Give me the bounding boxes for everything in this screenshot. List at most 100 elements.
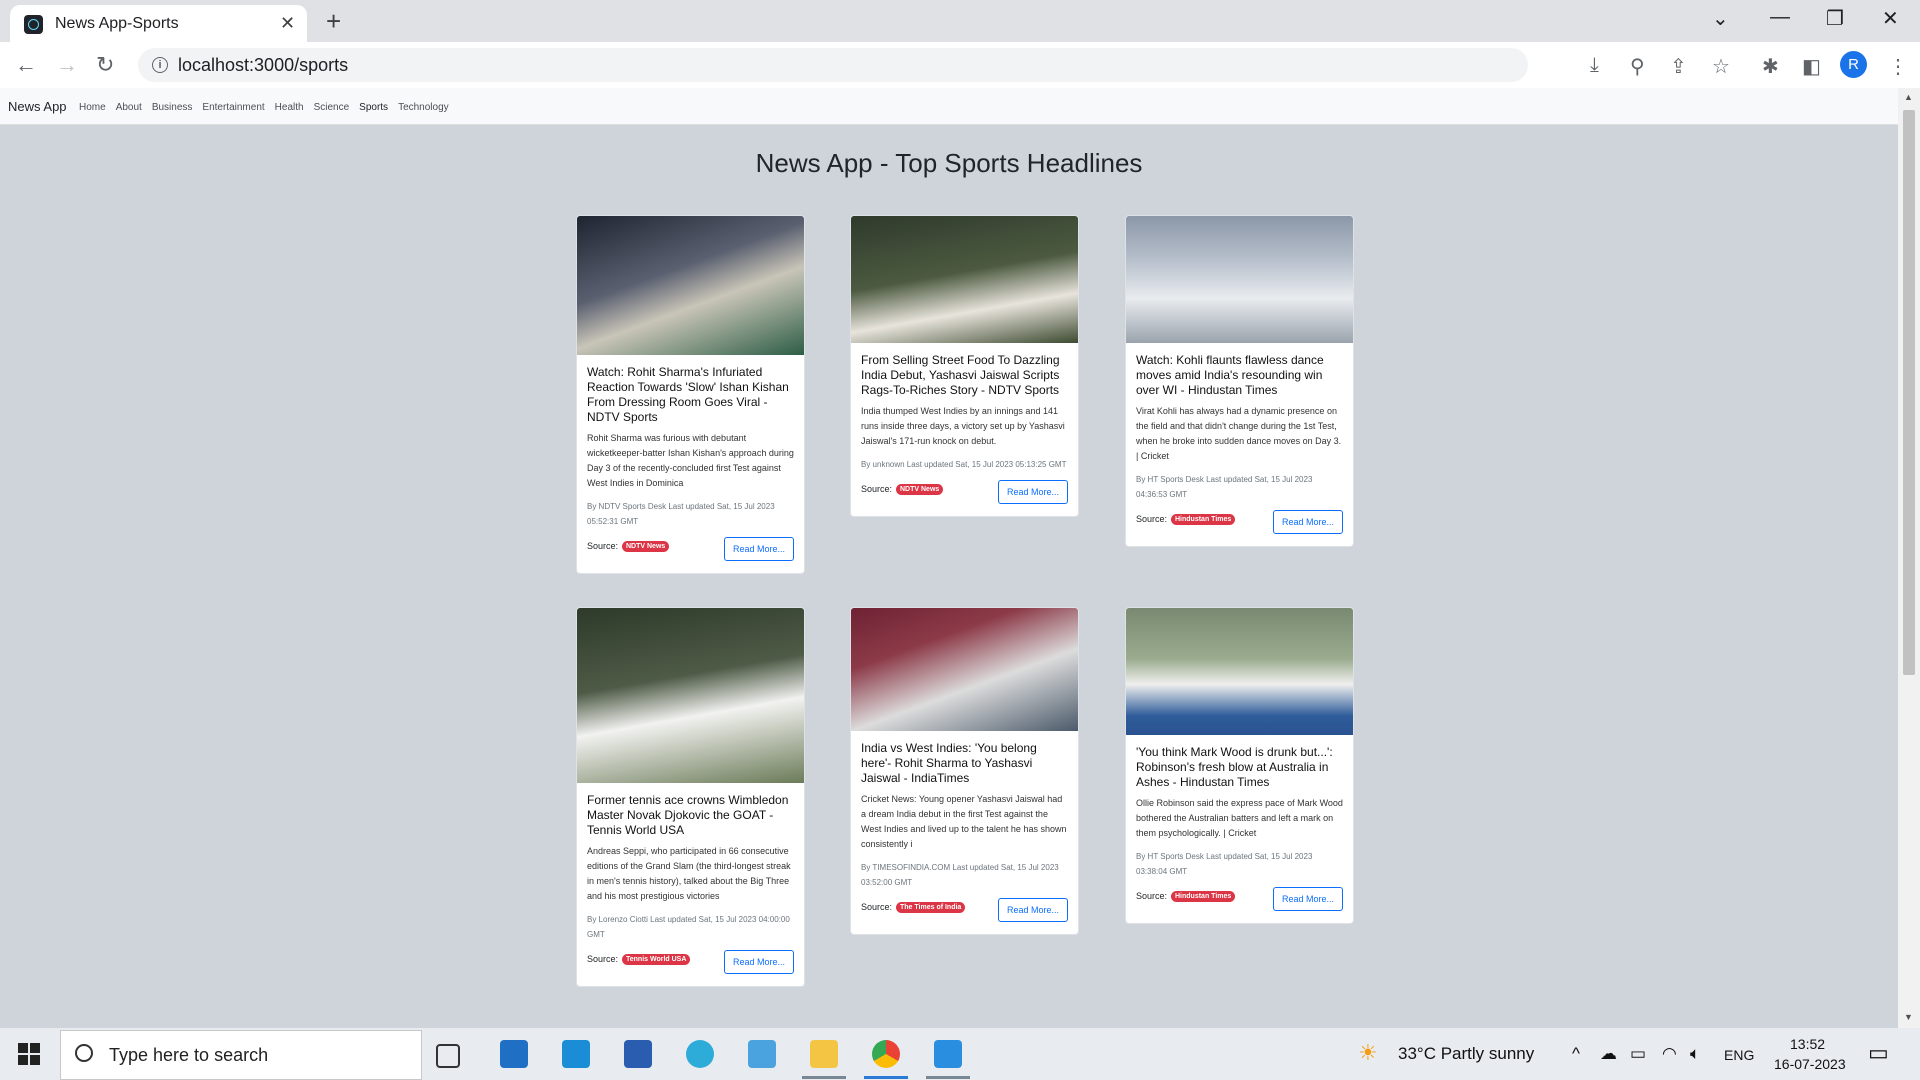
news-image[interactable] [577,608,804,783]
news-title: From Selling Street Food To Dazzling Ind… [861,353,1060,397]
vscode-icon[interactable] [934,1040,962,1068]
read-more-button[interactable]: Read More... [998,898,1068,922]
windows-start-icon[interactable] [18,1043,40,1070]
browser-menu-icon[interactable]: ⋮ [1888,54,1908,79]
tab-close-icon[interactable]: ✕ [280,13,295,34]
bookmark-star-icon[interactable]: ☆ [1712,54,1730,79]
site-info-icon[interactable]: i [152,57,168,73]
clock-date[interactable]: 16-07-2023 [1774,1056,1846,1072]
new-tab-icon[interactable]: + [326,6,341,37]
source-badge: Hindustan Times [1171,514,1236,525]
weather-icon[interactable]: ☀ [1358,1040,1378,1066]
page-scrollbar[interactable]: ▲ ▼ [1898,88,1920,1028]
tab-search-chevron-icon[interactable]: ⌄ [1712,6,1729,31]
tab-title: News App-Sports [55,15,179,32]
weather-text[interactable]: 33°C Partly sunny [1398,1044,1534,1064]
news-description: Cricket News: Young opener Yashasvi Jais… [861,794,1067,849]
search-icon [75,1044,93,1062]
news-description: Virat Kohli has always had a dynamic pre… [1136,406,1342,461]
news-image[interactable] [851,216,1078,343]
scrollbar-thumb[interactable] [1903,110,1915,675]
read-more-button[interactable]: Read More... [724,950,794,974]
read-more-button[interactable]: Read More... [998,480,1068,504]
source-badge: Tennis World USA [622,954,691,965]
source-label: Source: [861,902,893,912]
news-title: Former tennis ace crowns Wimbledon Maste… [587,793,789,837]
file-explorer-icon[interactable] [810,1040,838,1068]
news-card: Former tennis ace crowns Wimbledon Maste… [576,607,805,987]
forward-icon[interactable]: → [56,52,78,78]
tray-chevron-icon[interactable]: ^ [1572,1044,1580,1064]
news-meta: By NDTV Sports Desk Last updated Sat, 15… [587,502,775,526]
nav-link-health[interactable]: Health [275,102,304,113]
restore-icon[interactable]: ❐ [1826,6,1844,31]
news-meta: By TIMESOFINDIA.COM Last updated Sat, 15… [861,863,1059,887]
edge-icon[interactable] [686,1040,714,1068]
onedrive-icon[interactable]: ☁ [1600,1044,1617,1064]
reload-icon[interactable]: ↻ [96,52,114,78]
clock-time[interactable]: 13:52 [1790,1036,1825,1052]
nav-link-about[interactable]: About [116,102,142,113]
nav-link-technology[interactable]: Technology [398,102,449,113]
news-description: India thumped West Indies by an innings … [861,406,1065,446]
task-view-icon[interactable] [436,1044,460,1068]
nav-link-business[interactable]: Business [152,102,193,113]
control-panel-icon[interactable] [748,1040,776,1068]
notification-icon[interactable]: ▭ [1868,1040,1889,1066]
battery-icon[interactable]: ▭ [1630,1044,1646,1064]
running-indicator [802,1076,846,1079]
source-label: Source: [861,484,893,494]
share-icon[interactable]: ⇪ [1670,54,1687,79]
news-description: Andreas Seppi, who participated in 66 co… [587,846,791,901]
mail-icon[interactable] [500,1040,528,1068]
side-panel-icon[interactable]: ◧ [1802,54,1821,79]
news-description: Rohit Sharma was furious with debutant w… [587,433,794,488]
react-favicon-icon [24,15,43,34]
nav-link-science[interactable]: Science [314,102,350,113]
taskbar-search-box[interactable]: Type here to search [60,1030,422,1080]
nav-link-home[interactable]: Home [79,102,106,113]
navbar-brand[interactable]: News App [8,99,67,114]
active-indicator [864,1076,908,1079]
nav-link-entertainment[interactable]: Entertainment [202,102,264,113]
url-text[interactable]: localhost:3000/sports [178,55,348,76]
read-more-button[interactable]: Read More... [1273,510,1343,534]
news-title: Watch: Rohit Sharma's Infuriated Reactio… [587,365,789,424]
profile-avatar[interactable]: R [1840,51,1867,78]
nav-link-sports[interactable]: Sports [359,102,388,113]
zoom-icon[interactable]: ⚲ [1630,54,1645,79]
volume-icon[interactable]: 🔈︎ [1690,1044,1700,1064]
wifi-icon[interactable]: ◠ [1662,1044,1677,1064]
taskbar-search-placeholder[interactable]: Type here to search [109,1045,268,1066]
source-badge: NDTV News [896,484,944,495]
news-meta: By Lorenzo Ciotti Last updated Sat, 15 J… [587,915,790,939]
browser-tab[interactable]: News App-Sports ✕ [10,5,307,42]
page-title: News App - Top Sports Headlines [755,148,1143,178]
extensions-icon[interactable]: ✱ [1762,54,1779,79]
language-indicator[interactable]: ENG [1724,1047,1754,1063]
read-more-button[interactable]: Read More... [724,537,794,561]
read-more-button[interactable]: Read More... [1273,887,1343,911]
scroll-up-icon[interactable]: ▲ [1904,92,1913,102]
news-description: Ollie Robinson said the express pace of … [1136,798,1343,838]
store-icon[interactable] [624,1040,652,1068]
source-label: Source: [1136,514,1168,524]
l-app-icon[interactable] [562,1040,590,1068]
minimize-icon[interactable]: — [1770,6,1790,29]
news-meta: By unknown Last updated Sat, 15 Jul 2023… [861,460,1067,469]
close-window-icon[interactable]: ✕ [1882,6,1899,31]
news-title: 'You think Mark Wood is drunk but...': R… [1136,745,1333,789]
news-image[interactable] [1126,216,1353,343]
address-bar[interactable]: i localhost:3000/sports ⤓ [138,48,1599,82]
source-badge: NDTV News [622,541,670,552]
chrome-icon[interactable] [872,1040,900,1068]
news-image[interactable] [1126,608,1353,735]
news-image[interactable] [851,608,1078,731]
source-label: Source: [587,954,619,964]
install-icon[interactable]: ⤓ [1590,54,1599,77]
news-image[interactable] [577,216,804,355]
scroll-down-icon[interactable]: ▼ [1904,1012,1913,1022]
running-indicator [926,1076,970,1079]
source-label: Source: [1136,891,1168,901]
back-icon[interactable]: ← [15,52,37,78]
